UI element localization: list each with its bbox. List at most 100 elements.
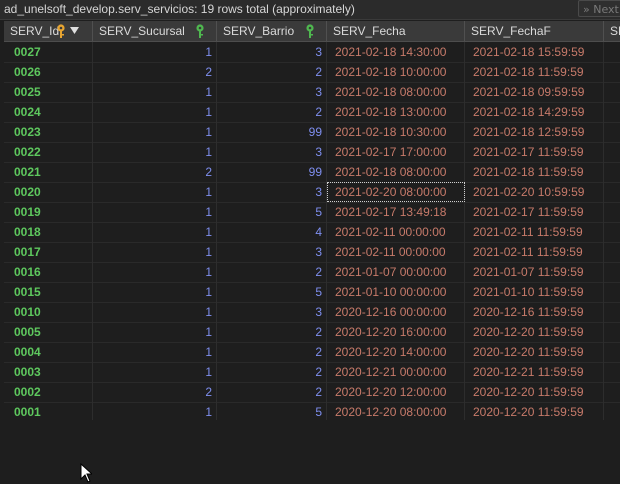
- cell-fecha[interactable]: 2020-12-20 16:00:00: [327, 322, 465, 342]
- cell-overflow[interactable]: [604, 182, 620, 202]
- cell-id[interactable]: 0020: [4, 182, 93, 202]
- cell-id[interactable]: 0001: [4, 402, 93, 420]
- cell-bar[interactable]: 3: [217, 82, 327, 102]
- cell-overflow[interactable]: [604, 242, 620, 262]
- table-row[interactable]: 0002 2 2 2020-12-20 12:00:00 2020-12-20 11:5…: [4, 382, 620, 403]
- cell-suc[interactable]: 1: [93, 322, 217, 342]
- table-row[interactable]: 0021 2 99 2021-02-18 08:00:00 2021-02-18 11:…: [4, 162, 620, 183]
- cell-bar[interactable]: 99: [217, 162, 327, 182]
- cell-fecha[interactable]: 2020-12-20 12:00:00: [327, 382, 465, 402]
- table-row[interactable]: 0004 1 2 2020-12-20 14:00:00 2020-12-20 11:5…: [4, 342, 620, 363]
- cell-fecha[interactable]: 2021-02-18 08:00:00: [327, 162, 465, 182]
- table-row[interactable]: 0019 1 5 2021-02-17 13:49:18 2021-02-17 11:5…: [4, 202, 620, 223]
- cell-id[interactable]: 0018: [4, 222, 93, 242]
- cell-fecha[interactable]: 2021-02-18 10:00:00: [327, 62, 465, 82]
- cell-fecha[interactable]: 2020-12-21 00:00:00: [327, 362, 465, 382]
- sort-descending-icon[interactable]: [70, 27, 79, 35]
- cell-suc[interactable]: 1: [93, 282, 217, 302]
- table-row[interactable]: 0015 1 5 2021-01-10 00:00:00 2021-01-10 11:5…: [4, 282, 620, 303]
- cell-fecha[interactable]: 2021-01-10 00:00:00: [327, 282, 465, 302]
- cell-suc[interactable]: 1: [93, 102, 217, 122]
- cell-id[interactable]: 0016: [4, 262, 93, 282]
- column-header-next[interactable]: SE: [604, 21, 620, 41]
- table-row[interactable]: 0027 1 3 2021-02-18 14:30:00 2021-02-18 15:5…: [4, 42, 620, 63]
- table-row[interactable]: 0023 1 99 2021-02-18 10:30:00 2021-02-18 12:…: [4, 122, 620, 143]
- cell-fechaf[interactable]: 2021-02-18 12:59:59: [465, 122, 604, 142]
- column-header-serv-fecha[interactable]: SERV_Fecha: [327, 21, 465, 41]
- table-row[interactable]: 0005 1 2 2020-12-20 16:00:00 2020-12-20 11:5…: [4, 322, 620, 343]
- cell-id[interactable]: 0025: [4, 82, 93, 102]
- cell-fecha[interactable]: 2021-02-18 14:30:00: [327, 42, 465, 62]
- column-header-serv-sucursal[interactable]: SERV_Sucursal: [93, 21, 217, 41]
- next-button[interactable]: » Next: [578, 0, 620, 17]
- cell-id[interactable]: 0005: [4, 322, 93, 342]
- cell-fecha[interactable]: 2020-12-16 00:00:00: [327, 302, 465, 322]
- cell-overflow[interactable]: [604, 202, 620, 222]
- cell-fechaf[interactable]: 2020-12-20 11:59:59: [465, 322, 604, 342]
- cell-suc[interactable]: 1: [93, 242, 217, 262]
- cell-suc[interactable]: 1: [93, 122, 217, 142]
- table-row[interactable]: 0010 1 3 2020-12-16 00:00:00 2020-12-16 11:5…: [4, 302, 620, 323]
- cell-id[interactable]: 0024: [4, 102, 93, 122]
- cell-bar[interactable]: 2: [217, 102, 327, 122]
- cell-fechaf[interactable]: 2021-02-20 10:59:59: [465, 182, 604, 202]
- cell-overflow[interactable]: [604, 322, 620, 342]
- cell-overflow[interactable]: [604, 362, 620, 382]
- cell-fechaf[interactable]: 2020-12-21 11:59:59: [465, 362, 604, 382]
- cell-suc[interactable]: 1: [93, 82, 217, 102]
- cell-bar[interactable]: 5: [217, 282, 327, 302]
- cell-fecha[interactable]: 2021-02-18 13:00:00: [327, 102, 465, 122]
- cell-bar[interactable]: 2: [217, 382, 327, 402]
- table-row[interactable]: 0001 1 5 2020-12-20 08:00:00 2020-12-20 11:5…: [4, 402, 620, 420]
- cell-fechaf[interactable]: 2020-12-20 11:59:59: [465, 382, 604, 402]
- cell-fecha[interactable]: 2021-02-18 08:00:00: [327, 82, 465, 102]
- cell-overflow[interactable]: [604, 382, 620, 402]
- cell-id[interactable]: 0023: [4, 122, 93, 142]
- table-row[interactable]: 0016 1 2 2021-01-07 00:00:00 2021-01-07 11:5…: [4, 262, 620, 283]
- cell-suc[interactable]: 1: [93, 262, 217, 282]
- cell-id[interactable]: 0026: [4, 62, 93, 82]
- cell-suc[interactable]: 1: [93, 42, 217, 62]
- cell-fechaf[interactable]: 2020-12-20 11:59:59: [465, 342, 604, 362]
- cell-suc[interactable]: 1: [93, 402, 217, 420]
- cell-id[interactable]: 0004: [4, 342, 93, 362]
- cell-id[interactable]: 0002: [4, 382, 93, 402]
- cell-bar[interactable]: 3: [217, 42, 327, 62]
- cell-overflow[interactable]: [604, 62, 620, 82]
- table-row[interactable]: 0003 1 2 2020-12-21 00:00:00 2020-12-21 11:5…: [4, 362, 620, 383]
- cell-fechaf[interactable]: 2021-02-18 15:59:59: [465, 42, 604, 62]
- cell-overflow[interactable]: [604, 102, 620, 122]
- cell-bar[interactable]: 99: [217, 122, 327, 142]
- table-row[interactable]: 0022 1 3 2021-02-17 17:00:00 2021-02-17 11:5…: [4, 142, 620, 163]
- cell-overflow[interactable]: [604, 142, 620, 162]
- cell-fecha[interactable]: 2021-02-11 00:00:00: [327, 222, 465, 242]
- column-header-serv-fechaf[interactable]: SERV_FechaF: [465, 21, 604, 41]
- cell-fecha[interactable]: 2021-02-18 10:30:00: [327, 122, 465, 142]
- cell-bar[interactable]: 3: [217, 142, 327, 162]
- cell-fecha[interactable]: 2020-12-20 08:00:00: [327, 402, 465, 420]
- cell-id[interactable]: 0015: [4, 282, 93, 302]
- cell-suc[interactable]: 2: [93, 162, 217, 182]
- cell-id[interactable]: 0021: [4, 162, 93, 182]
- cell-overflow[interactable]: [604, 262, 620, 282]
- table-row[interactable]: 0020 1 3 2021-02-20 08:00:00 2021-02-20 10:5…: [4, 182, 620, 203]
- cell-suc[interactable]: 1: [93, 222, 217, 242]
- cell-overflow[interactable]: [604, 162, 620, 182]
- cell-fechaf[interactable]: 2021-02-17 11:59:59: [465, 142, 604, 162]
- cell-fechaf[interactable]: 2021-02-18 11:59:59: [465, 62, 604, 82]
- cell-overflow[interactable]: [604, 282, 620, 302]
- cell-suc[interactable]: 1: [93, 302, 217, 322]
- table-row[interactable]: 0025 1 3 2021-02-18 08:00:00 2021-02-18 09:5…: [4, 82, 620, 103]
- cell-bar[interactable]: 2: [217, 362, 327, 382]
- table-row[interactable]: 0017 1 3 2021-02-11 00:00:00 2021-02-11 11:5…: [4, 242, 620, 263]
- cell-fecha[interactable]: 2021-02-11 00:00:00: [327, 242, 465, 262]
- table-row[interactable]: 0024 1 2 2021-02-18 13:00:00 2021-02-18 14:2…: [4, 102, 620, 123]
- cell-bar[interactable]: 3: [217, 242, 327, 262]
- cell-suc[interactable]: 1: [93, 182, 217, 202]
- cell-fechaf[interactable]: 2020-12-20 11:59:59: [465, 402, 604, 420]
- cell-fechaf[interactable]: 2021-02-18 11:59:59: [465, 162, 604, 182]
- cell-id[interactable]: 0019: [4, 202, 93, 222]
- cell-suc[interactable]: 2: [93, 382, 217, 402]
- cell-overflow[interactable]: [604, 222, 620, 242]
- cell-bar[interactable]: 5: [217, 202, 327, 222]
